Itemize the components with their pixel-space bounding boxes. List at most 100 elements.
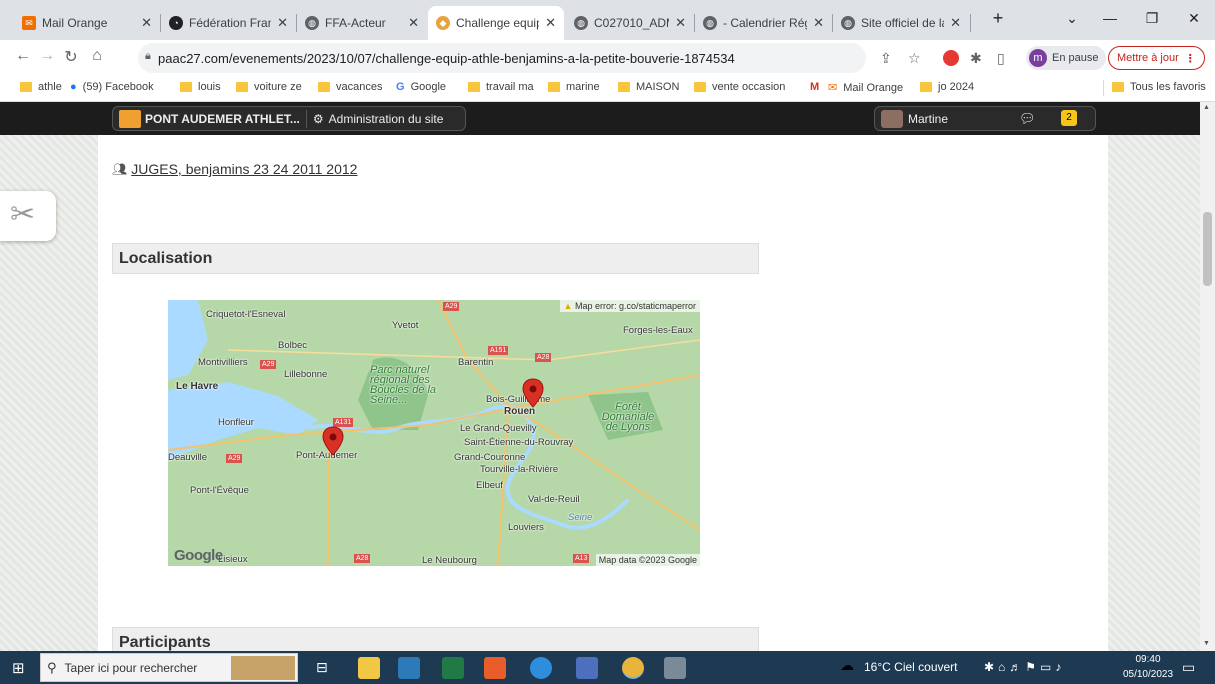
page-scrollbar[interactable]: ▲ ▼ [1200, 102, 1215, 651]
page-area: 👥︎ JUGES, benjamins 23 24 2011 2012 Loca… [0, 135, 1200, 651]
bookmark-jo-2024[interactable]: jo 2024 [920, 81, 974, 93]
clock-time[interactable]: 09:40 [1128, 654, 1168, 665]
new-tab-button[interactable]: + [978, 4, 1018, 32]
minimize-button[interactable]: — [1090, 4, 1130, 32]
chat-icon[interactable]: 💬︎ [1019, 111, 1036, 127]
file-explorer-icon[interactable] [358, 657, 380, 679]
tab-mail-orange[interactable]: ✉ Mail Orange ✕ [14, 6, 160, 40]
address-bar[interactable]: 🔒︎ paac27.com/evenements/2023/10/07/chal… [138, 43, 866, 73]
bookmark-google[interactable]: G Google [396, 81, 446, 93]
google-icon: G [396, 81, 405, 93]
admin-link[interactable]: ⚙ Administration du site [313, 112, 444, 126]
map-error: ▲ Map error: g.co/staticmaperror [559, 300, 700, 312]
main-content: 👥︎ JUGES, benjamins 23 24 2011 2012 Loca… [98, 135, 1108, 651]
site-admin-bar: PONT AUDEMER ATHLET... ⚙ Administration … [0, 102, 1200, 135]
profile-button[interactable]: m En pause [1026, 46, 1107, 70]
bookmark-athle[interactable]: athle [20, 81, 62, 93]
avatar: m [1029, 49, 1047, 67]
bookmark-travail[interactable]: travail ma [468, 81, 534, 93]
all-bookmarks[interactable]: Tous les favoris [1112, 81, 1206, 93]
adblock-icon[interactable] [943, 50, 959, 66]
reload-button[interactable]: ↻ [60, 47, 82, 67]
app-icon[interactable] [576, 657, 598, 679]
calculator-icon[interactable] [442, 657, 464, 679]
tab-search-chevron-icon[interactable]: ⌄ [1052, 4, 1092, 32]
star-icon[interactable]: ☆ [908, 50, 921, 67]
location-map[interactable]: Criquetot-l'Esneval Yvetot Forges-les-Ea… [168, 300, 700, 566]
weather-text[interactable]: 16°C Ciel couvert [864, 660, 958, 674]
tab-federation[interactable]: ◔ Fédération Franç ✕ [161, 6, 296, 40]
juges-link[interactable]: JUGES, benjamins 23 24 2011 2012 [131, 161, 357, 177]
tab-ffa-acteur[interactable]: ◍ FFA-Acteur ✕ [297, 6, 427, 40]
bookmark-marine[interactable]: marine [548, 81, 600, 93]
forward-button[interactable]: → [36, 47, 58, 65]
folder-icon [920, 82, 932, 92]
mail-icon: ✉ [828, 82, 838, 94]
tab-site-officiel[interactable]: ◍ Site officiel de la ✕ [833, 6, 969, 40]
site-home-button[interactable]: PONT AUDEMER ATHLET... [119, 109, 307, 128]
bookmarks-bar: athle ● (59) Facebook louis voiture ze va… [0, 76, 1215, 102]
menu-icon: ⋮ [1184, 52, 1196, 65]
chrome-icon[interactable] [622, 657, 644, 679]
bookmark-vente-occasion[interactable]: vente occasion [694, 81, 785, 93]
close-icon[interactable]: ✕ [141, 15, 152, 31]
side-panel-icon[interactable]: ▯ [997, 50, 1005, 67]
windows-start-icon[interactable]: ⊞ [12, 659, 25, 677]
bookmark-facebook[interactable]: ● (59) Facebook [70, 81, 154, 93]
close-icon[interactable]: ✕ [813, 15, 824, 31]
map-marker-rouen[interactable] [522, 378, 544, 408]
site-menu: PONT AUDEMER ATHLET... ⚙ Administration … [112, 106, 466, 131]
edge-icon[interactable] [530, 657, 552, 679]
tab-calendrier[interactable]: ◍ - Calendrier Régi ✕ [695, 6, 832, 40]
bookmark-vacances[interactable]: vacances [318, 81, 382, 93]
update-button[interactable]: Mettre à jour ⋮ [1108, 46, 1205, 70]
globe-icon: ◍ [305, 16, 319, 30]
bookmark-louis[interactable]: louis [180, 81, 221, 93]
app-icon[interactable] [398, 657, 420, 679]
bookmark-mail-orange[interactable]: ✉ Mail Orange [828, 81, 903, 95]
avatar [881, 109, 903, 128]
bookmark-gmail[interactable]: M [810, 81, 825, 93]
folder-icon [468, 82, 480, 92]
clock-date[interactable]: 05/10/2023 [1118, 669, 1178, 680]
extensions-icon[interactable]: ✱ [970, 50, 982, 67]
app-icon[interactable] [664, 657, 686, 679]
map-marker-pont-audemer[interactable] [322, 426, 344, 456]
home-button[interactable]: ⌂ [86, 47, 108, 65]
scroll-up-icon[interactable]: ▲ [1203, 104, 1210, 111]
app-icon[interactable] [484, 657, 506, 679]
scroll-thumb[interactable] [1203, 212, 1212, 286]
tools-button[interactable]: ✂ [0, 191, 56, 241]
url-text[interactable]: paac27.com/evenements/2023/10/07/challen… [158, 51, 735, 66]
tab-c027010[interactable]: ◍ C027010_ADM Fr ✕ [566, 6, 694, 40]
close-window-button[interactable]: ✕ [1174, 4, 1214, 32]
tab-challenge-equip[interactable]: ◆ Challenge equip ✕ [428, 6, 564, 40]
task-view-icon[interactable]: ⊟ [316, 659, 328, 676]
weather-icon: ☁ [840, 657, 854, 673]
club-logo-icon [119, 109, 141, 128]
scroll-down-icon[interactable]: ▼ [1203, 640, 1210, 647]
close-icon[interactable]: ✕ [950, 15, 961, 31]
folder-icon [694, 82, 706, 92]
windows-taskbar: ⊞ ⚲ Taper ici pour rechercher ⊟ ☁ 16°C C… [0, 651, 1215, 684]
restore-button[interactable]: ❐ [1132, 4, 1172, 32]
system-tray-icons[interactable]: ✱⌂♬⚑▭♪ [984, 660, 1065, 674]
facebook-icon: ● [70, 81, 77, 93]
close-icon[interactable]: ✕ [277, 15, 288, 31]
map-copyright: Map data ©2023 Google [595, 554, 700, 566]
share-icon[interactable]: ⇪ [880, 50, 892, 67]
gmail-icon: M [810, 81, 820, 93]
back-button[interactable]: ← [12, 47, 34, 65]
search-icon: ⚲ [47, 659, 57, 675]
taskbar-search[interactable]: ⚲ Taper ici pour rechercher [40, 653, 298, 682]
close-icon[interactable]: ✕ [675, 15, 686, 31]
user-account-button[interactable]: Martine [881, 109, 948, 128]
close-icon[interactable]: ✕ [545, 15, 556, 31]
localisation-header: Localisation [112, 243, 759, 274]
notification-badge[interactable]: 2 [1061, 110, 1077, 126]
notifications-icon[interactable]: ▭ [1182, 659, 1195, 676]
close-icon[interactable]: ✕ [408, 15, 419, 31]
bookmark-maison[interactable]: MAISON [618, 81, 679, 93]
bookmark-voiture[interactable]: voiture ze [236, 81, 302, 93]
globe-icon: ◍ [841, 16, 855, 30]
